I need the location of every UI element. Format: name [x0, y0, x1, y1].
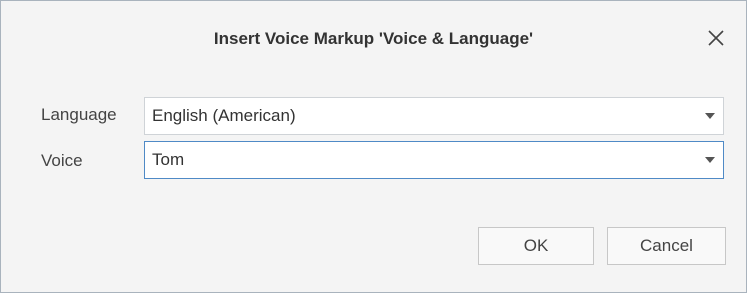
language-label: Language	[41, 105, 117, 124]
close-button[interactable]	[699, 21, 733, 55]
chevron-down-icon	[697, 142, 723, 178]
language-value: English (American)	[152, 106, 296, 125]
chevron-down-icon	[697, 98, 723, 134]
dialog-title: Insert Voice Markup 'Voice & Language'	[213, 29, 534, 48]
voice-label: Voice	[41, 151, 83, 170]
ok-button[interactable]: OK	[478, 227, 594, 265]
voice-select[interactable]: Tom	[144, 141, 724, 179]
voice-language-dialog: Insert Voice Markup 'Voice & Language' L…	[0, 0, 747, 293]
cancel-button[interactable]: Cancel	[607, 227, 726, 265]
close-icon	[708, 30, 724, 46]
language-select[interactable]: English (American)	[144, 97, 724, 135]
voice-value: Tom	[152, 150, 185, 169]
